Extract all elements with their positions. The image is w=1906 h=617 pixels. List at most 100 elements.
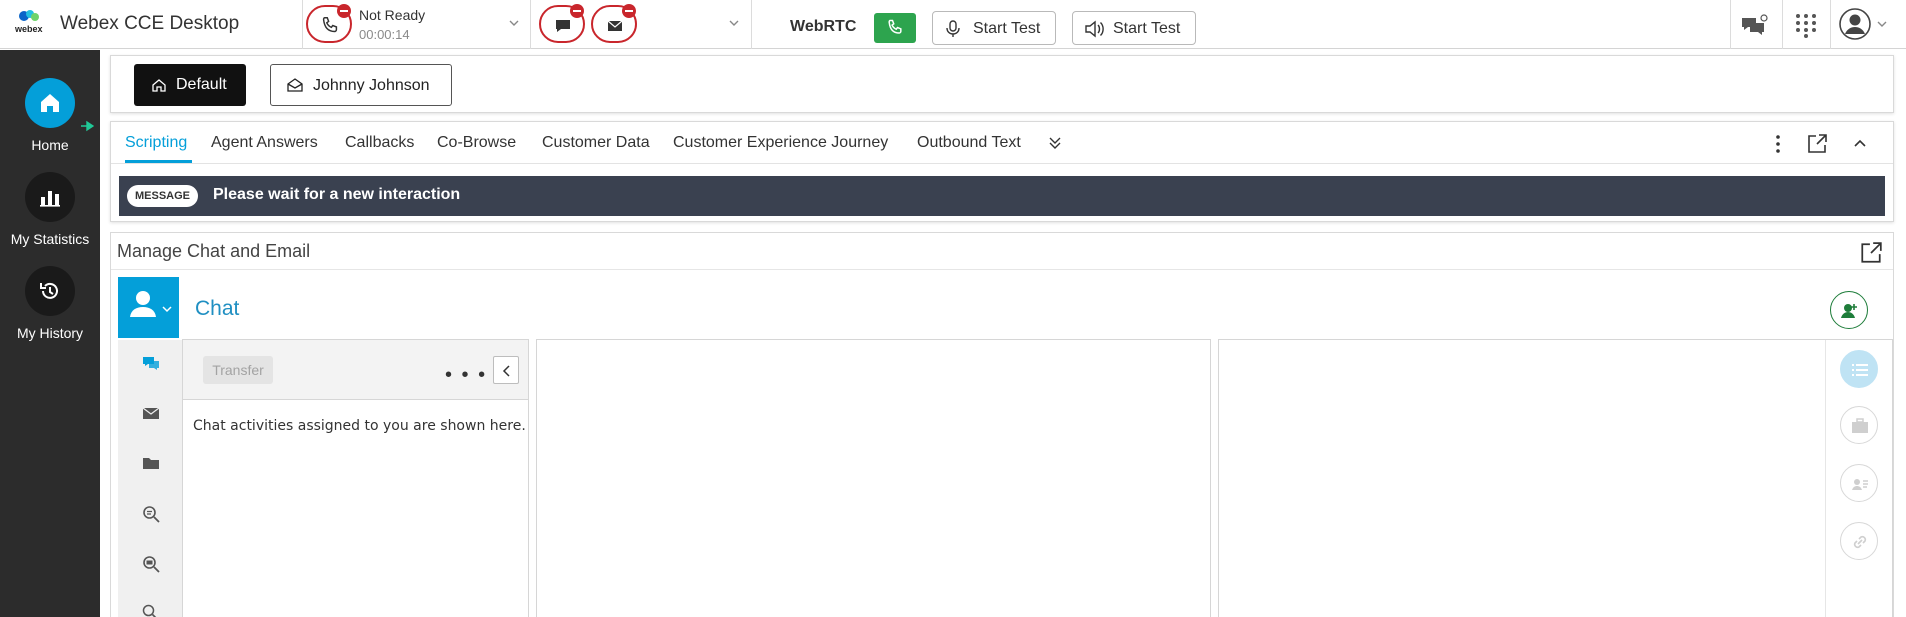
webrtc-label: WebRTC	[790, 18, 857, 35]
chevron-down-icon[interactable]	[508, 17, 520, 29]
customer-layout-label: Johnny Johnson	[313, 77, 430, 94]
home-icon	[152, 79, 166, 92]
add-user-icon	[1841, 304, 1857, 318]
briefcase-icon	[1852, 418, 1868, 433]
nav-label-home: Home	[31, 137, 69, 153]
detail-tool-rail	[1825, 340, 1893, 617]
history-icon	[25, 266, 75, 316]
team-messages-icon[interactable]	[1740, 14, 1768, 38]
chevron-down-icon	[162, 306, 172, 313]
agent-menu-button[interactable]	[118, 277, 179, 338]
activity-list-panel: Transfer • • • Chat activities assigned …	[182, 339, 529, 617]
tab-scripting[interactable]: Scripting	[125, 134, 187, 152]
user-profile-icon[interactable]	[1839, 8, 1871, 40]
active-tab-indicator	[125, 160, 192, 163]
search-email-icon[interactable]	[142, 555, 160, 573]
more-vertical-icon[interactable]	[1775, 134, 1781, 154]
customer-detail-panel	[1218, 339, 1893, 617]
divider	[751, 0, 752, 49]
case-button[interactable]	[1840, 406, 1878, 444]
pin-icon[interactable]	[80, 120, 94, 132]
email-icon[interactable]	[142, 406, 160, 420]
envelope-open-icon	[287, 78, 303, 92]
message-tag: MESSAGE	[127, 185, 199, 207]
more-options-icon[interactable]: • • •	[445, 364, 487, 387]
user-icon	[130, 291, 156, 317]
email-state-button[interactable]	[591, 4, 637, 43]
activity-type-rail	[118, 340, 182, 617]
transfer-button[interactable]: Transfer	[203, 356, 273, 384]
activity-toolbar: Transfer • • •	[183, 340, 528, 400]
webex-logo: webex	[12, 8, 48, 40]
default-layout-button[interactable]: Default	[134, 64, 246, 106]
empty-state-text: Chat activities assigned to you are show…	[193, 418, 526, 434]
nav-label-my-history: My History	[16, 325, 84, 341]
popout-icon[interactable]	[1859, 241, 1883, 265]
default-layout-label: Default	[176, 76, 227, 93]
folder-icon[interactable]	[142, 456, 160, 470]
search-chat-icon[interactable]	[142, 505, 160, 523]
tab-customer-data[interactable]: Customer Data	[542, 134, 650, 152]
tab-co-browse[interactable]: Co-Browse	[437, 134, 516, 152]
message-text: Please wait for a new interaction	[213, 186, 461, 203]
voice-state-button[interactable]	[306, 4, 352, 43]
message-banner: MESSAGE Please wait for a new interactio…	[119, 176, 1885, 216]
webrtc-call-button[interactable]	[874, 13, 916, 43]
chat-state-button[interactable]	[539, 4, 585, 43]
gadget-title: Manage Chat and Email	[117, 241, 311, 261]
dialpad-icon[interactable]	[1793, 12, 1819, 38]
microphone-icon	[946, 20, 960, 37]
mic-test-button[interactable]: Start Test	[932, 11, 1056, 45]
chevron-down-icon[interactable]	[728, 17, 740, 29]
logo-text: webex	[14, 24, 43, 34]
tab-callbacks[interactable]: Callbacks	[345, 134, 414, 152]
tabs-gadget: Scripting Agent Answers Callbacks Co-Bro…	[110, 121, 1894, 222]
chevron-up-icon[interactable]	[1852, 136, 1868, 150]
details-list-button[interactable]	[1840, 350, 1878, 388]
speaker-test-button[interactable]: Start Test	[1072, 11, 1196, 45]
tab-agent-answers[interactable]: Agent Answers	[211, 134, 318, 152]
phone-icon	[888, 19, 902, 34]
popout-icon[interactable]	[1806, 133, 1828, 155]
manage-chat-gadget: Manage Chat and Email Chat Transfer • • …	[110, 232, 1894, 617]
add-user-button[interactable]	[1830, 291, 1868, 329]
phone-icon	[322, 17, 338, 33]
divider	[1730, 0, 1731, 49]
speaker-icon	[1085, 20, 1104, 38]
customer-layout-button[interactable]: Johnny Johnson	[270, 64, 452, 106]
email-icon	[607, 20, 623, 31]
link-icon	[1853, 535, 1867, 549]
conversation-panel	[536, 339, 1211, 617]
chat-heading: Chat	[195, 297, 240, 320]
collapse-panel-button[interactable]	[493, 356, 519, 384]
mic-test-label: Start Test	[973, 20, 1041, 37]
chevron-down-icon[interactable]	[1876, 18, 1888, 30]
nav-label-my-statistics: My Statistics	[10, 231, 90, 247]
agent-state-label[interactable]: Not Ready	[359, 7, 425, 23]
list-icon	[1852, 364, 1868, 376]
speaker-test-label: Start Test	[1113, 20, 1181, 37]
tab-outbound-text[interactable]: Outbound Text	[917, 134, 1021, 152]
not-ready-badge-icon	[337, 4, 351, 18]
contact-card-button[interactable]	[1840, 464, 1878, 502]
not-ready-badge-icon	[570, 4, 584, 18]
divider	[1830, 0, 1831, 49]
bar-chart-icon	[25, 172, 75, 222]
app-root: webex Webex CCE Desktop Not Ready 00:00:…	[0, 0, 1906, 617]
left-navigation: Home My Statistics My History	[0, 50, 100, 617]
home-icon	[25, 78, 75, 128]
chat-icon	[556, 20, 570, 32]
divider	[111, 269, 1893, 270]
top-bar: webex Webex CCE Desktop Not Ready 00:00:…	[0, 0, 1906, 49]
app-title: Webex CCE Desktop	[60, 13, 240, 34]
double-chevron-down-icon[interactable]	[1047, 135, 1063, 151]
tab-customer-experience-journey[interactable]: Customer Experience Journey	[673, 134, 888, 152]
link-button[interactable]	[1840, 522, 1878, 560]
search-icon[interactable]	[142, 604, 158, 617]
layout-bar: Default Johnny Johnson	[110, 55, 1894, 113]
divider	[302, 0, 303, 49]
divider	[1782, 0, 1783, 49]
contact-card-icon	[1852, 479, 1868, 490]
chat-activity-icon[interactable]	[142, 355, 160, 371]
agent-state-timer: 00:00:14	[359, 27, 410, 42]
